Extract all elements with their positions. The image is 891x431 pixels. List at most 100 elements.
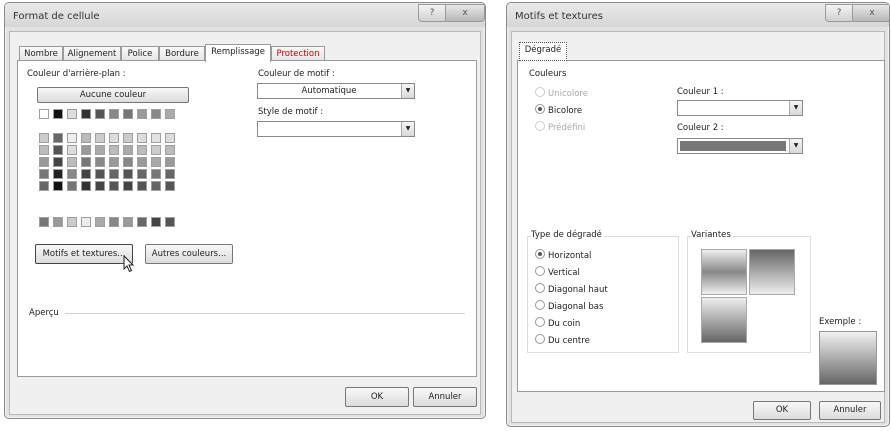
- color-swatch[interactable]: [151, 157, 161, 167]
- preset-radio[interactable]: Prédéfini: [535, 121, 585, 133]
- color-swatch[interactable]: [137, 145, 147, 155]
- color-swatch[interactable]: [137, 181, 147, 191]
- color-swatch[interactable]: [39, 157, 49, 167]
- color-swatch[interactable]: [95, 169, 105, 179]
- color-swatch[interactable]: [151, 169, 161, 179]
- chevron-down-icon[interactable]: ▼: [401, 84, 414, 98]
- tab-nombre[interactable]: Nombre: [19, 46, 63, 61]
- color-swatch[interactable]: [67, 145, 77, 155]
- color-swatch[interactable]: [39, 169, 49, 179]
- more-colors-button[interactable]: Autres couleurs...: [145, 244, 233, 264]
- color-swatch[interactable]: [53, 181, 63, 191]
- help-button[interactable]: ?: [825, 4, 853, 22]
- color-swatch[interactable]: [165, 133, 175, 143]
- color-swatch[interactable]: [165, 169, 175, 179]
- color-swatch[interactable]: [123, 109, 133, 119]
- color-swatch[interactable]: [123, 181, 133, 191]
- color-swatch[interactable]: [67, 169, 77, 179]
- color-swatch[interactable]: [151, 181, 161, 191]
- ok-button[interactable]: OK: [345, 387, 409, 407]
- color-swatch[interactable]: [53, 145, 63, 155]
- cancel-button[interactable]: Annuler: [413, 387, 477, 407]
- title-bar[interactable]: Format de cellule ? x: [5, 3, 485, 27]
- one-color-radio[interactable]: Unicolore: [535, 87, 588, 99]
- shading-horizontal-radio[interactable]: Horizontal: [535, 249, 591, 261]
- color-swatch[interactable]: [81, 109, 91, 119]
- color-swatch[interactable]: [151, 109, 161, 119]
- color-swatch[interactable]: [137, 169, 147, 179]
- color-swatch[interactable]: [39, 217, 49, 227]
- color-swatch[interactable]: [165, 181, 175, 191]
- color-swatch[interactable]: [95, 217, 105, 227]
- fill-effects-button[interactable]: Motifs et textures...: [35, 244, 133, 264]
- color-swatch[interactable]: [123, 217, 133, 227]
- color-swatch[interactable]: [67, 217, 77, 227]
- no-color-button[interactable]: Aucune couleur: [37, 87, 189, 103]
- color-swatch[interactable]: [137, 157, 147, 167]
- pattern-style-select[interactable]: ▼: [257, 121, 415, 137]
- color-swatch[interactable]: [165, 109, 175, 119]
- color-swatch[interactable]: [109, 217, 119, 227]
- color-swatch[interactable]: [109, 157, 119, 167]
- color-swatch[interactable]: [81, 217, 91, 227]
- cancel-button[interactable]: Annuler: [819, 401, 881, 420]
- color-swatch[interactable]: [67, 181, 77, 191]
- close-button[interactable]: x: [852, 4, 889, 22]
- help-button[interactable]: ?: [418, 4, 446, 22]
- color-swatch[interactable]: [151, 217, 161, 227]
- color-swatch[interactable]: [81, 181, 91, 191]
- color2-select[interactable]: ▼: [677, 138, 803, 154]
- color-swatch[interactable]: [95, 133, 105, 143]
- tab-degrade[interactable]: Dégradé: [519, 42, 567, 61]
- color-swatch[interactable]: [123, 145, 133, 155]
- color-swatch[interactable]: [67, 109, 77, 119]
- color-swatch[interactable]: [123, 133, 133, 143]
- chevron-down-icon[interactable]: ▼: [789, 139, 802, 153]
- tab-bordure[interactable]: Bordure: [159, 46, 205, 61]
- color-swatch[interactable]: [137, 109, 147, 119]
- variant-1[interactable]: [701, 249, 747, 295]
- color-swatch[interactable]: [109, 109, 119, 119]
- color-swatch[interactable]: [95, 157, 105, 167]
- color-swatch[interactable]: [95, 109, 105, 119]
- ok-button[interactable]: OK: [753, 401, 811, 420]
- color-swatch[interactable]: [39, 109, 49, 119]
- shading-from-center-radio[interactable]: Du centre: [535, 334, 590, 346]
- color-swatch[interactable]: [53, 109, 63, 119]
- color-swatch[interactable]: [165, 145, 175, 155]
- color-swatch[interactable]: [95, 145, 105, 155]
- tab-alignement[interactable]: Alignement: [63, 46, 121, 61]
- color-swatch[interactable]: [123, 169, 133, 179]
- color-swatch[interactable]: [39, 145, 49, 155]
- color-swatch[interactable]: [53, 157, 63, 167]
- color-swatch[interactable]: [39, 181, 49, 191]
- color-swatch[interactable]: [67, 133, 77, 143]
- color-swatch[interactable]: [151, 145, 161, 155]
- color-swatch[interactable]: [123, 157, 133, 167]
- variant-3[interactable]: [701, 297, 747, 343]
- color-swatch[interactable]: [67, 157, 77, 167]
- shading-from-corner-radio[interactable]: Du coin: [535, 317, 580, 329]
- title-bar[interactable]: Motifs et textures ? x: [507, 3, 889, 27]
- color-swatch[interactable]: [109, 169, 119, 179]
- shading-diagonal-down-radio[interactable]: Diagonal bas: [535, 300, 603, 312]
- tab-police[interactable]: Police: [121, 46, 159, 61]
- color-swatch[interactable]: [39, 133, 49, 143]
- variant-2[interactable]: [749, 249, 795, 295]
- two-colors-radio[interactable]: Bicolore: [535, 104, 582, 116]
- color-swatch[interactable]: [137, 217, 147, 227]
- color-swatch[interactable]: [53, 169, 63, 179]
- color-swatch[interactable]: [81, 133, 91, 143]
- chevron-down-icon[interactable]: ▼: [401, 122, 414, 136]
- color-swatch[interactable]: [165, 157, 175, 167]
- color-swatch[interactable]: [81, 157, 91, 167]
- color-swatch[interactable]: [165, 217, 175, 227]
- color-swatch[interactable]: [109, 145, 119, 155]
- shading-vertical-radio[interactable]: Vertical: [535, 266, 580, 278]
- color-swatch[interactable]: [151, 133, 161, 143]
- close-button[interactable]: x: [445, 4, 485, 22]
- color-swatch[interactable]: [81, 145, 91, 155]
- color-swatch[interactable]: [137, 133, 147, 143]
- pattern-color-select[interactable]: Automatique ▼: [257, 83, 415, 99]
- color-swatch[interactable]: [95, 181, 105, 191]
